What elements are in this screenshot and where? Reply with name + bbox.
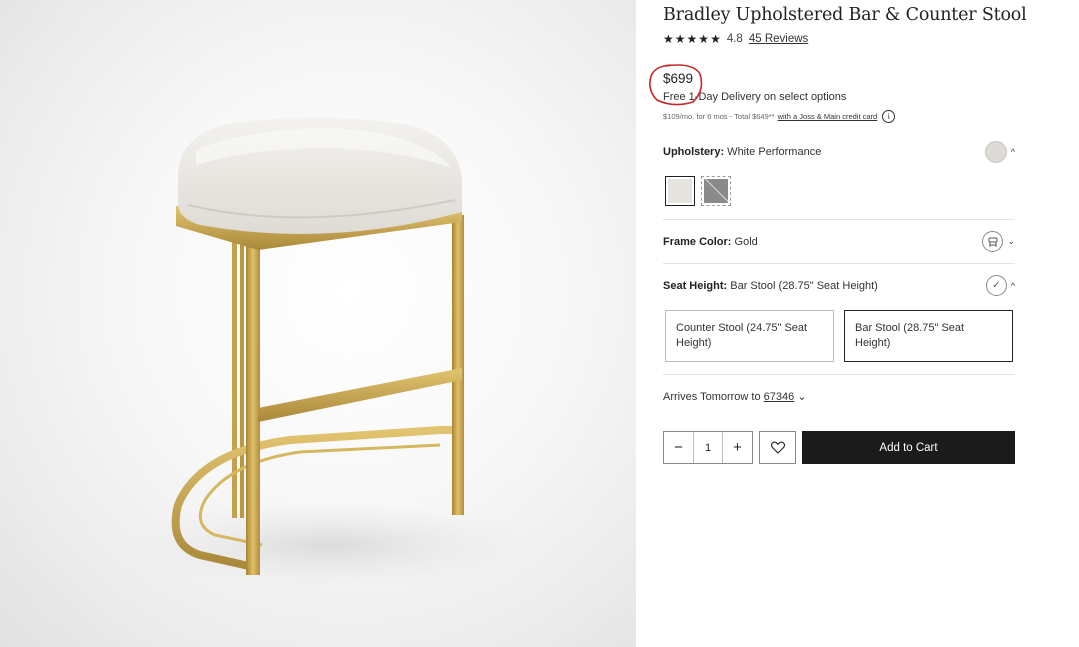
arrival-info: Arrives Tomorrow to 67346 ⌄ (663, 391, 807, 403)
add-to-cart-button[interactable]: Add to Cart (802, 431, 1015, 464)
quantity-value[interactable]: 1 (693, 432, 723, 463)
star-icon: ★ (710, 32, 721, 46)
upholstery-option[interactable]: Upholstery: White Performance ^ (663, 141, 1015, 163)
seat-height-label: Seat Height: Bar Stool (28.75" Seat Heig… (663, 279, 878, 292)
star-icon: ★ (686, 32, 698, 46)
rating-value: 4.8 (726, 33, 743, 45)
product-title: Bradley Upholstered Bar & Counter Stool (663, 5, 1027, 25)
chevron-up-icon[interactable]: ^ (1011, 281, 1015, 291)
bar-stool-option[interactable]: Bar Stool (28.75" Seat Height) (844, 310, 1013, 362)
chevron-down-icon[interactable]: ⌄ (797, 391, 806, 403)
divider (663, 219, 1015, 220)
credit-card-link[interactable]: with a Joss & Main credit card (778, 112, 878, 121)
heart-icon (770, 441, 785, 454)
zip-code-link[interactable]: 67346 (764, 391, 795, 403)
check-circle-icon: ✓ (985, 275, 1007, 296)
seat-height-option[interactable]: Seat Height: Bar Stool (28.75" Seat Heig… (663, 275, 1015, 296)
frame-color-option[interactable]: Frame Color: Gold ⌄ (663, 231, 1015, 252)
divider (663, 263, 1015, 264)
bar-stool-illustration (120, 117, 540, 590)
selected-swatch-icon (984, 141, 1007, 163)
wishlist-button[interactable] (759, 431, 796, 464)
counter-stool-option[interactable]: Counter Stool (24.75" Seat Height) (665, 310, 834, 362)
rating-row: ★ ★ ★ ★ ★ 4.8 45 Reviews (663, 33, 808, 45)
upholstery-label: Upholstery: White Performance (663, 146, 822, 158)
reviews-link[interactable]: 45 Reviews (749, 33, 808, 45)
info-icon[interactable]: i (882, 110, 896, 123)
stool-icon (982, 231, 1004, 252)
upholstery-swatches (665, 176, 731, 206)
rating-stars: ★ ★ ★ ★ ★ (663, 33, 721, 45)
chevron-down-icon[interactable]: ⌄ (1007, 236, 1015, 247)
quantity-stepper: − 1 + (663, 431, 753, 464)
financing-text: $109/mo. for 6 mos - Total $649** (663, 112, 775, 121)
chevron-up-icon[interactable]: ^ (1011, 147, 1015, 157)
divider (663, 374, 1015, 375)
swatch-gray[interactable] (701, 176, 731, 206)
swatch-white-performance[interactable] (665, 176, 695, 206)
price: $699 (663, 71, 694, 86)
financing-row: $109/mo. for 6 mos - Total $649** with a… (663, 110, 896, 123)
product-image (0, 0, 636, 647)
increase-quantity-button[interactable]: + (723, 432, 752, 463)
star-icon: ★ (663, 32, 674, 46)
delivery-info: Free 1-Day Delivery on select options (663, 91, 847, 103)
star-icon: ★ (674, 32, 686, 46)
frame-color-label: Frame Color: Gold (663, 235, 758, 248)
star-icon: ★ (698, 32, 710, 46)
decrease-quantity-button[interactable]: − (664, 432, 693, 463)
